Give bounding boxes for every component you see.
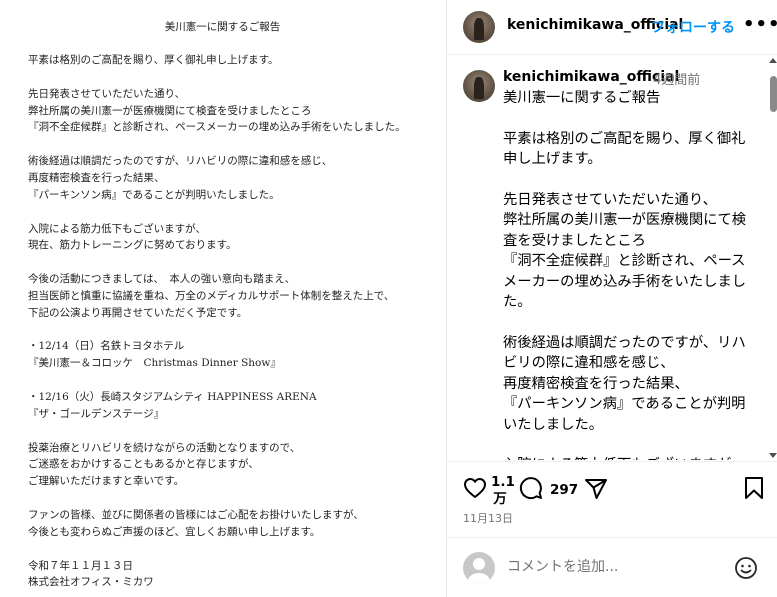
comment-count[interactable]: 297 <box>550 482 578 498</box>
post-date[interactable]: 11月13日 <box>463 510 513 526</box>
scroll-up-arrow-icon[interactable] <box>769 58 777 63</box>
announcement-line: 『洞不全症候群』と診断され、ペースメーカーの埋め込み手術をいたしました。 <box>28 121 406 134</box>
announcement-line: ご迷惑をおかけすることもあるかと存じますが、 <box>28 458 259 471</box>
smiley-icon[interactable] <box>734 556 758 580</box>
announcement-line: 『美川憲一＆コロッケ Christmas Dinner Show』 <box>28 357 281 370</box>
announcement-line: 今後とも変わらぬご声援のほど、宜しくお願い申し上げます。 <box>28 525 321 538</box>
caption-scrollbar[interactable] <box>768 56 777 460</box>
announcement-line: ファンの皆様、並びに関係者の皆様にはご心配をお掛けいたしますが、 <box>28 508 364 521</box>
announcement-image: 美川憲一に関するご報告 平素は格別のご高配を賜り、厚く御礼申し上げます。 先日発表… <box>0 0 445 597</box>
user-avatar-icon <box>463 552 495 584</box>
announcement-line: 弊社所属の美川憲一が医療機関にて検査を受けましたところ <box>28 104 312 117</box>
scrollbar-thumb[interactable] <box>770 76 777 112</box>
profile-avatar[interactable] <box>463 11 495 43</box>
announcement-line: ご理解いただけますと幸いです。 <box>28 475 185 488</box>
post-side-panel: kenichimikawa_official フォローする ••• kenich… <box>446 0 777 597</box>
announcement-line: 再度精密検査を行った結果、 <box>28 171 165 184</box>
heart-outline-icon[interactable] <box>463 476 487 500</box>
caption-section: kenichimikawa_official 4週間前 美川憲一に関するご報告 … <box>447 56 767 460</box>
caption-avatar[interactable] <box>463 70 495 102</box>
announcement-title: 美川憲一に関するご報告 <box>164 21 281 33</box>
more-options-icon[interactable]: ••• <box>743 14 777 35</box>
scroll-down-arrow-icon[interactable] <box>769 453 777 458</box>
bookmark-outline-icon[interactable] <box>743 476 765 500</box>
comment-input[interactable] <box>507 556 727 578</box>
announcement-line: 平素は格別のご高配を賜り、厚く御礼申し上げます。 <box>28 54 279 66</box>
announcement-line: 株式会社オフィス・ミカワ <box>28 576 154 589</box>
announcement-line: 術後経過は順調だったのですが、リハビリの際に違和感を感じ、 <box>28 155 333 168</box>
paper-plane-icon[interactable] <box>584 477 608 501</box>
post-actions: 1.1万 297 11月13日 <box>447 461 777 536</box>
post-header: kenichimikawa_official フォローする ••• <box>447 0 777 55</box>
announcement-line: ・12/16（火）長崎スタジアムシティ HAPPINESS ARENA <box>28 391 317 403</box>
caption-text: 美川憲一に関するご報告 平素は格別のご高配を賜り、厚く御礼申し上げます。 先日発… <box>503 90 747 460</box>
announcement-line: 投薬治療とリハビリを続けながらの活動となりますので、 <box>28 441 301 454</box>
announcement-line: 入院による筋力低下もございますが、 <box>28 222 206 235</box>
announcement-line: 令和７年１１月１３日 <box>28 559 133 572</box>
announcement-line: 『ザ・ゴールデンステージ』 <box>28 407 165 420</box>
comment-bar <box>447 537 777 597</box>
caption-time[interactable]: 4週間前 <box>653 69 700 88</box>
announcement-line: ・12/14（日）名鉄トヨタホテル <box>28 340 185 353</box>
announcement-line: 『パーキンソン病』であることが判明いたしました。 <box>28 188 280 201</box>
comment-bubble-icon[interactable] <box>519 476 543 500</box>
announcement-line: 現在、筋力トレーニングに努めております。 <box>28 239 237 252</box>
announcement-line: 下記の公演より再開させていただく予定です。 <box>28 306 248 319</box>
announcement-line: 先日発表させていただいた通り、 <box>28 87 186 100</box>
like-count[interactable]: 1.1万 <box>491 474 515 508</box>
announcement-line: 今後の活動につきましては、 本人の強い意向も踏まえ、 <box>28 273 296 286</box>
follow-button[interactable]: フォローする <box>651 17 735 37</box>
announcement-line: 担当医師と慎重に協議を重ね、万全のメディカルサポート体制を整えた上で、 <box>28 289 395 302</box>
